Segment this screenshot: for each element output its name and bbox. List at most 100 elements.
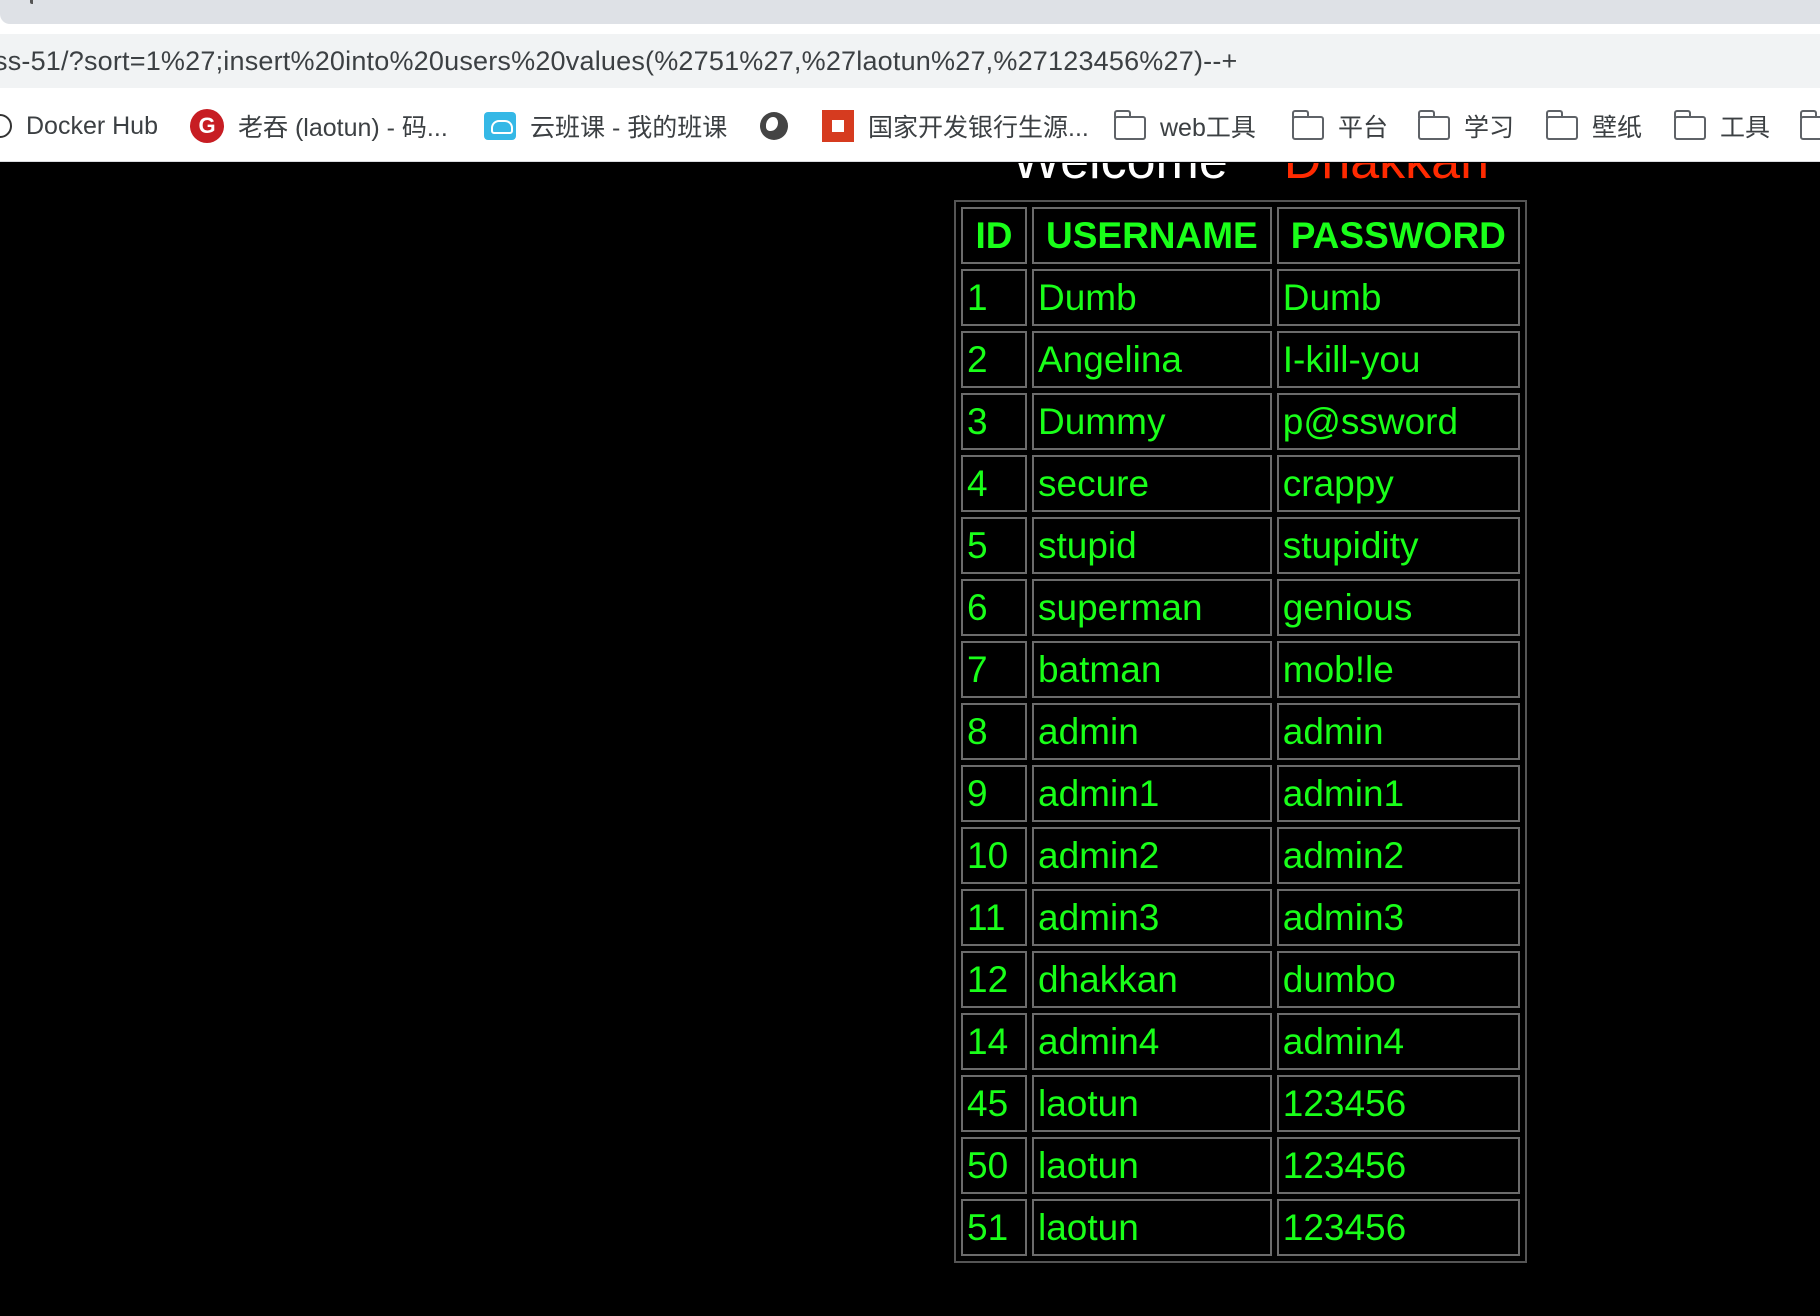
cell-username: batman [1032, 641, 1272, 698]
table-row: 51 laotun 123456 [961, 1199, 1520, 1256]
bookmark-folder-tools[interactable]: 工具 [1673, 107, 1771, 145]
cell-password: stupidity [1276, 517, 1520, 574]
cell-password: admin3 [1276, 889, 1520, 946]
bookmark-label: web工具 [1160, 114, 1256, 142]
cell-username: Dummy [1032, 393, 1272, 450]
bookmark-docker-hub[interactable]: Docker Hub [0, 107, 158, 145]
cloud-class-icon [484, 112, 516, 140]
cell-username: laotun [1032, 1075, 1272, 1132]
cell-username: admin2 [1032, 827, 1272, 884]
browser-toolbar: ss-51/?sort=1%27;insert%20into%20users%2… [0, 26, 1820, 92]
bookmark-bank[interactable]: 国家开发银行生源... [822, 107, 1089, 145]
cell-password: 123456 [1276, 1075, 1520, 1132]
bookmark-globe[interactable] [760, 107, 802, 145]
globe-icon [760, 112, 788, 140]
cell-username: Angelina [1032, 331, 1272, 388]
cell-username: admin3 [1032, 889, 1272, 946]
header-id: ID [961, 207, 1027, 264]
address-bar[interactable]: ss-51/?sort=1%27;insert%20into%20users%2… [0, 34, 1820, 88]
cell-password: I-kill-you [1276, 331, 1520, 388]
cell-id: 2 [961, 331, 1027, 388]
cell-username: laotun [1032, 1199, 1272, 1256]
table-row: 4 secure crappy [961, 455, 1520, 512]
folder-icon [1799, 110, 1820, 140]
bookmark-folder-web-tools[interactable]: web工具 [1113, 107, 1256, 145]
cell-id: 6 [961, 579, 1027, 636]
cell-password: 123456 [1276, 1199, 1520, 1256]
cell-password: admin4 [1276, 1013, 1520, 1070]
table-row: 1 Dumb Dumb [961, 269, 1520, 326]
table-row: 50 laotun 123456 [961, 1137, 1520, 1194]
table-row: 8 admin admin [961, 703, 1520, 760]
bookmark-label: 工具 [1720, 114, 1771, 142]
cell-password: Dumb [1276, 269, 1520, 326]
cell-username: admin4 [1032, 1013, 1272, 1070]
table-row: 2 Angelina I-kill-you [961, 331, 1520, 388]
cell-password: admin1 [1276, 765, 1520, 822]
bookmark-cloud-class[interactable]: 云班课 - 我的班课 [484, 107, 727, 145]
bookmark-label: Docker Hub [26, 111, 158, 140]
table-row: 45 laotun 123456 [961, 1075, 1520, 1132]
cell-password: admin [1276, 703, 1520, 760]
table-row: 3 Dummy p@ssword [961, 393, 1520, 450]
table-row: 9 admin1 admin1 [961, 765, 1520, 822]
tab-favicon-icon [30, 0, 36, 4]
cell-id: 14 [961, 1013, 1027, 1070]
header-username: USERNAME [1032, 207, 1272, 264]
folder-icon [1545, 110, 1578, 140]
folder-icon [1673, 110, 1706, 140]
table-row: 14 admin4 admin4 [961, 1013, 1520, 1070]
cell-id: 12 [961, 951, 1027, 1008]
cell-id: 10 [961, 827, 1027, 884]
bookmarks-bar: Docker Hub G 老吞 (laotun) - 码... 云班课 - 我的… [0, 92, 1820, 162]
cell-username: dhakkan [1032, 951, 1272, 1008]
cell-username: stupid [1032, 517, 1272, 574]
welcome-banner: Welcome Dhakkan [1012, 163, 1489, 191]
table-row: 7 batman mob!le [961, 641, 1520, 698]
cell-id: 3 [961, 393, 1027, 450]
cell-id: 9 [961, 765, 1027, 822]
bank-icon [822, 110, 854, 142]
table-row: 12 dhakkan dumbo [961, 951, 1520, 1008]
cell-id: 5 [961, 517, 1027, 574]
table-header-row: ID USERNAME PASSWORD [961, 207, 1520, 264]
bookmark-folder-overflow[interactable] [1799, 107, 1820, 145]
tab-strip [0, 0, 1820, 26]
cell-password: 123456 [1276, 1137, 1520, 1194]
bookmark-label: 云班课 - 我的班课 [530, 114, 728, 142]
header-password: PASSWORD [1276, 207, 1520, 264]
cell-password: dumbo [1276, 951, 1520, 1008]
cell-id: 7 [961, 641, 1027, 698]
page-content: Welcome Dhakkan ID USERNAME PASSWORD 1 Dum… [0, 163, 1820, 1316]
table-row: 11 admin3 admin3 [961, 889, 1520, 946]
gitee-icon: G [190, 109, 224, 143]
cell-password: admin2 [1276, 827, 1520, 884]
cell-password: p@ssword [1276, 393, 1520, 450]
bookmark-label: 老吞 (laotun) - 码... [238, 114, 448, 142]
cell-username: admin [1032, 703, 1272, 760]
cell-password: genious [1276, 579, 1520, 636]
bookmark-folder-study[interactable]: 学习 [1417, 107, 1515, 145]
cell-id: 8 [961, 703, 1027, 760]
table-row: 6 superman genious [961, 579, 1520, 636]
cell-password: crappy [1276, 455, 1520, 512]
cell-username: laotun [1032, 1137, 1272, 1194]
cell-username: superman [1032, 579, 1272, 636]
cell-username: admin1 [1032, 765, 1272, 822]
cell-id: 4 [961, 455, 1027, 512]
folder-icon [1291, 110, 1324, 140]
folder-icon [1417, 110, 1450, 140]
cell-password: mob!le [1276, 641, 1520, 698]
bookmark-folder-wallpaper[interactable]: 壁纸 [1545, 107, 1642, 145]
cell-id: 50 [961, 1137, 1027, 1194]
welcome-text: Welcome [1012, 163, 1228, 190]
cell-username: secure [1032, 455, 1272, 512]
welcome-name: Dhakkan [1284, 163, 1489, 190]
bookmark-folder-platform[interactable]: 平台 [1291, 107, 1388, 145]
bookmark-label: 学习 [1464, 114, 1515, 142]
folder-icon [1113, 110, 1146, 140]
cell-id: 1 [961, 269, 1027, 326]
active-tab[interactable] [0, 0, 1820, 24]
bookmark-gitee[interactable]: G 老吞 (laotun) - 码... [190, 107, 448, 145]
address-bar-url[interactable]: ss-51/?sort=1%27;insert%20into%20users%2… [0, 46, 1238, 77]
